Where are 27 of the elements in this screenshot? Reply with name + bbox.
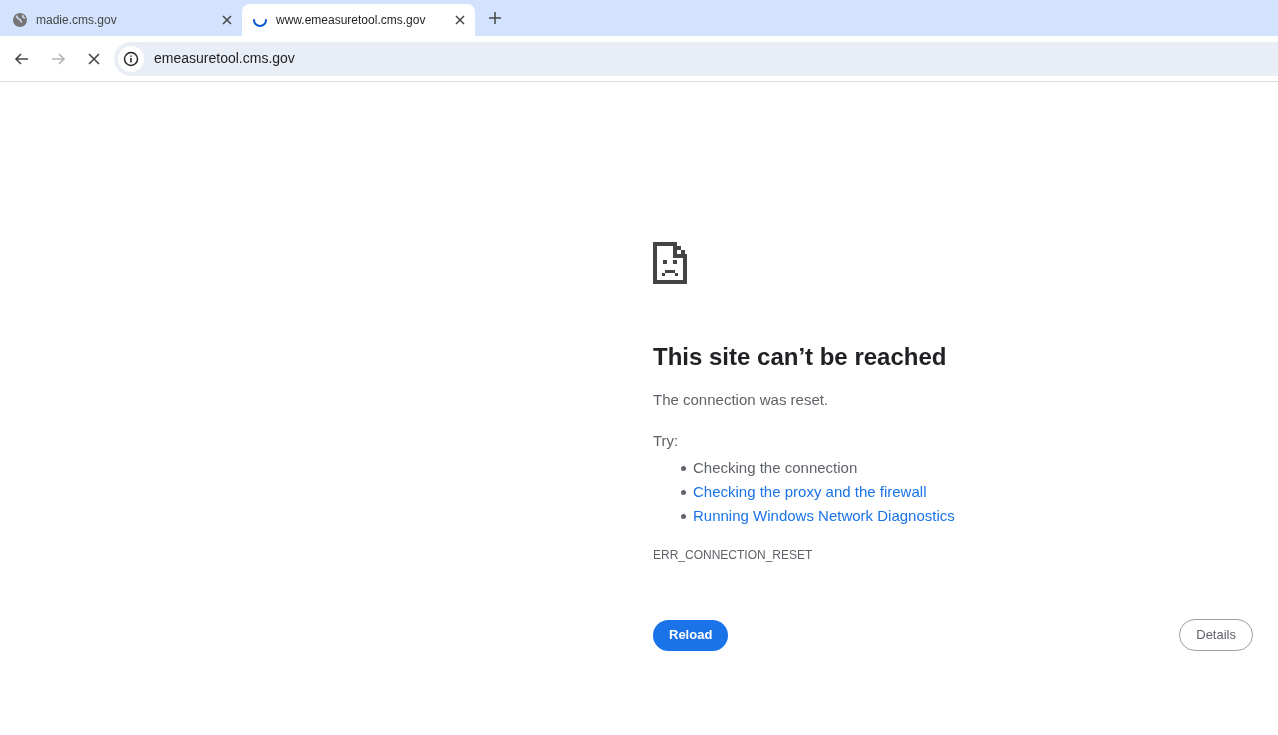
close-icon[interactable] (222, 15, 232, 25)
suggestion-link[interactable]: Checking the proxy and the firewall (693, 480, 927, 504)
loading-spinner-icon (253, 19, 267, 27)
error-code: ERR_CONNECTION_RESET (653, 547, 814, 564)
error-message: The connection was reset. (653, 390, 830, 410)
bullet (681, 513, 686, 519)
back-icon[interactable] (14, 50, 30, 67)
site-info-icon[interactable] (118, 45, 144, 72)
browser-tab[interactable]: www.emeasuretool.cms.gov (242, 4, 475, 36)
tab-title: madie.cms.gov (36, 12, 118, 29)
stop-icon[interactable] (86, 50, 102, 67)
details-button[interactable]: Details (1179, 619, 1253, 651)
suggestion-text: Checking the connection (693, 457, 858, 478)
address-bar[interactable]: emeasuretool.cms.gov (114, 41, 1278, 76)
tab-title: www.emeasuretool.cms.gov (276, 12, 427, 29)
try-label: Try: (653, 430, 680, 451)
new-tab-icon[interactable] (489, 12, 501, 24)
url-text: emeasuretool.cms.gov (154, 49, 295, 68)
sad-page-icon (653, 242, 687, 284)
reload-button[interactable]: Reload (653, 619, 729, 651)
suggestion-link[interactable]: Running Windows Network Diagnostics (693, 504, 955, 528)
browser-tab[interactable]: madie.cms.gov (2, 4, 242, 36)
bullet (681, 465, 686, 471)
error-heading: This site can’t be reached (653, 342, 948, 372)
close-icon[interactable] (455, 15, 465, 25)
bullet (681, 489, 686, 495)
globe-icon (12, 12, 28, 28)
